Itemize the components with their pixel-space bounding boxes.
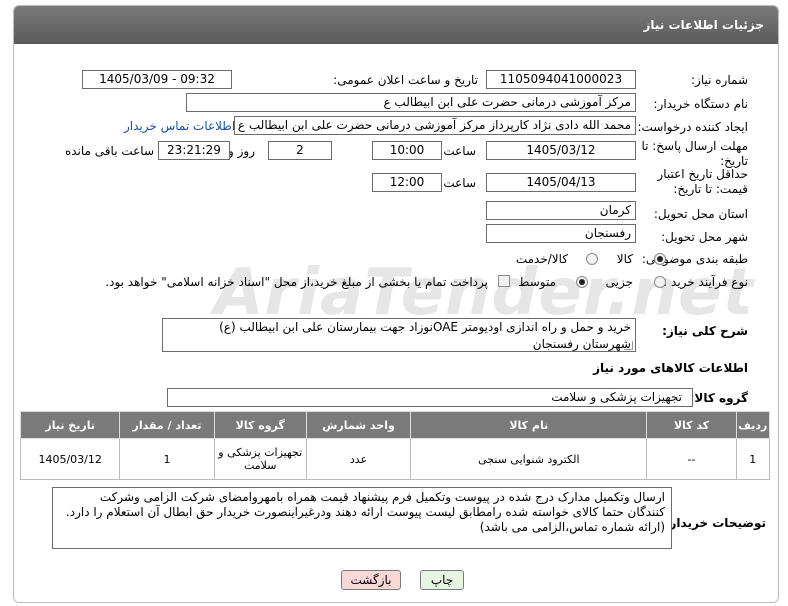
city-label: شهر محل تحویل:	[661, 230, 748, 244]
reply-deadline-label: مهلت ارسال پاسخ: تا تاریخ:	[641, 139, 748, 168]
col-goods-name: نام کالا	[410, 411, 648, 439]
goods-group-label: گروه کالا:	[689, 391, 748, 405]
price-date-field: 1405/04/13	[486, 173, 636, 192]
need-number-field: 1105094041000023	[486, 70, 636, 89]
city-field: رفسنجان	[486, 224, 636, 243]
cell-need-date: 1405/03/12	[19, 438, 121, 480]
need-number-label: شماره نیاز:	[691, 73, 748, 87]
announce-date-label: تاریخ و ساعت اعلان عمومی:	[333, 73, 478, 87]
process-minor-label: جزیی	[605, 275, 633, 289]
days-label: روز و	[228, 144, 255, 158]
cell-row-number: 1	[735, 438, 771, 480]
process-medium-label: متوسط	[518, 275, 556, 289]
reply-date-field: 1405/03/12	[486, 141, 636, 160]
need-details-panel: جزئیات اطلاعات نیاز AriaTender.net شماره…	[13, 5, 779, 603]
table-row: 1 -- الکترود شنوایی سنجی عدد تجهیزات پزش…	[19, 438, 771, 480]
col-quantity: تعداد / مقدار	[119, 411, 215, 439]
buyer-org-label: نام دستگاه خریدار:	[653, 97, 749, 111]
col-goods-code: کد کالا	[646, 411, 737, 439]
category-goods-radio[interactable]	[654, 253, 666, 265]
cell-unit: عدد	[305, 438, 412, 480]
description-text: خرید و حمل و راه اندازی اودیومتر OAEنوزا…	[219, 320, 631, 351]
category-goods-service-radio[interactable]	[586, 253, 598, 265]
col-need-date: تاریخ نیاز	[19, 411, 121, 439]
panel-header: جزئیات اطلاعات نیاز	[14, 6, 778, 44]
days-remaining-field: 2	[268, 141, 332, 160]
category-goods-label: کالا	[616, 252, 633, 266]
buyer-notes-field: ارسال وتکمیل مدارک درج شده در پیوست وتکم…	[52, 487, 672, 549]
process-minor-radio[interactable]	[654, 276, 666, 288]
reply-time-label: ساعت	[443, 144, 476, 158]
province-field: کرمان	[486, 201, 636, 220]
requester-field: محمد الله دادی نژاد کارپرداز مرکز آموزشی…	[234, 116, 636, 135]
price-validity-label: حداقل تاریخ اعتبار قیمت: تا تاریخ:	[657, 167, 748, 196]
buyer-contact-link[interactable]: اطلاعات تماس خریدار	[124, 119, 235, 133]
announce-date-field: 1405/03/09 - 09:32	[82, 70, 232, 89]
process-medium-radio[interactable]	[576, 276, 588, 288]
cell-goods-name: الکترود شنوایی سنجی	[410, 438, 648, 480]
goods-group-field: تجهیزات پزشکی و سلامت	[167, 388, 693, 407]
description-label: شرح کلی نیاز:	[662, 324, 748, 338]
goods-table: ردیف کد کالا نام کالا واحد شمارش گروه کا…	[19, 411, 771, 480]
remaining-time-label: ساعت باقی مانده	[64, 144, 154, 158]
back-button[interactable]: بازگشت	[341, 570, 401, 590]
reply-time-field: 10:00	[372, 141, 442, 160]
category-goods-service-label: کالا/خدمت	[515, 252, 568, 266]
province-label: استان محل تحویل:	[653, 207, 748, 221]
cell-quantity: 1	[119, 438, 215, 480]
print-button[interactable]: چاپ	[420, 570, 464, 590]
buyer-org-field: مرکز آموزشی درمانی حضرت علی ابن ابیطالب …	[186, 93, 636, 112]
cell-goods-code: --	[646, 438, 737, 480]
col-unit: واحد شمارش	[305, 411, 412, 439]
resize-handle[interactable]	[624, 341, 633, 350]
cell-goods-group: تجهیزات پزشکی و سلامت	[213, 438, 307, 480]
description-field: خرید و حمل و راه اندازی اودیومتر OAEنوزا…	[162, 318, 636, 352]
requester-label: ایجاد کننده درخواست:	[637, 120, 748, 134]
process-label: نوع فرآیند خرید :	[663, 275, 748, 289]
price-time-field: 12:00	[372, 173, 442, 192]
buyer-notes-label: توضیحات خریدار:	[664, 516, 766, 530]
col-row-number: ردیف	[735, 411, 771, 439]
goods-table-header: ردیف کد کالا نام کالا واحد شمارش گروه کا…	[19, 411, 771, 439]
price-time-label: ساعت	[443, 176, 476, 190]
goods-section-title: اطلاعات کالاهای مورد نیاز	[593, 361, 748, 375]
treasury-payment-note: پرداخت تمام یا بخشی از مبلغ خرید،از محل …	[105, 275, 488, 289]
treasury-payment-checkbox[interactable]	[498, 275, 510, 287]
panel-title: جزئیات اطلاعات نیاز	[643, 18, 764, 32]
col-goods-group: گروه کالا	[213, 411, 307, 439]
remaining-time-field: 23:21:29	[158, 141, 230, 160]
buyer-notes-text: ارسال وتکمیل مدارک درج شده در پیوست وتکم…	[65, 490, 665, 534]
